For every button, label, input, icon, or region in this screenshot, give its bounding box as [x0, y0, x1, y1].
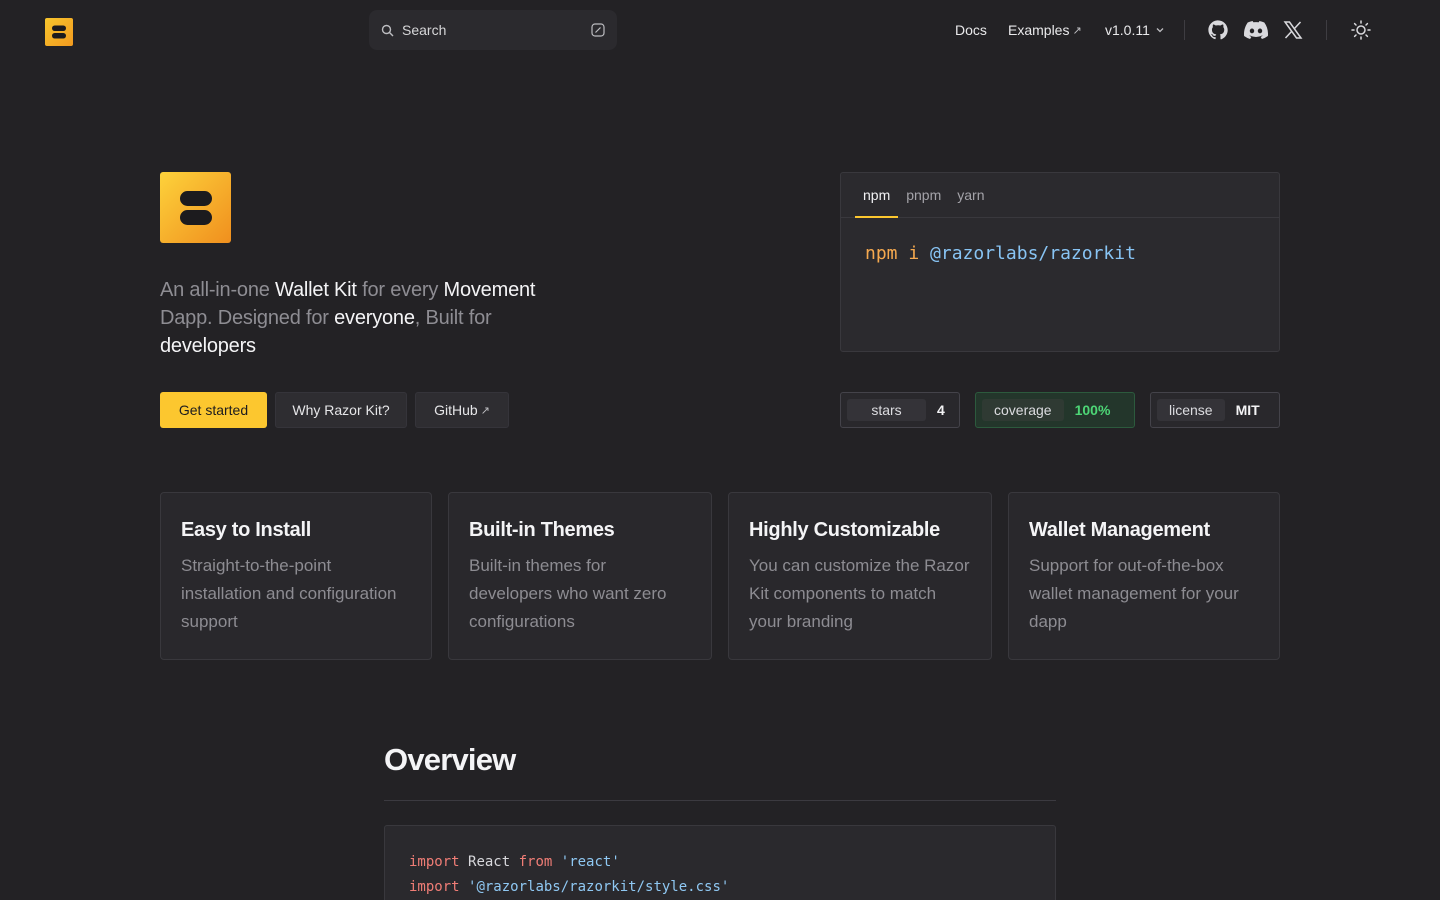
nav-divider — [1326, 20, 1327, 40]
tab-npm[interactable]: npm — [855, 187, 899, 218]
license-badge-label: license — [1157, 399, 1225, 421]
hero-logo-icon — [160, 172, 231, 243]
github-icon[interactable] — [1206, 18, 1230, 42]
version-label: v1.0.11 — [1105, 22, 1150, 38]
nav-docs-link[interactable]: Docs — [955, 0, 987, 60]
coverage-badge-value: 100% — [1074, 402, 1111, 418]
section-divider — [384, 800, 1056, 801]
feature-card-customizable: Highly Customizable You can customize th… — [728, 492, 992, 660]
stars-badge-label: stars — [847, 399, 926, 421]
feature-card-easy-install: Easy to Install Straight-to-the-point in… — [160, 492, 432, 660]
license-badge[interactable]: license MIT — [1150, 392, 1280, 428]
keyboard-shortcut-icon — [591, 23, 605, 37]
feature-description: Support for out-of-the-box wallet manage… — [1029, 556, 1239, 631]
feature-title: Built-in Themes — [469, 519, 615, 541]
nav-examples-label: Examples — [1008, 22, 1070, 38]
external-link-icon: ↗ — [480, 404, 490, 417]
search-icon — [381, 24, 394, 36]
github-button-label: GitHub — [434, 402, 478, 418]
install-cmd: npm i — [865, 243, 920, 264]
feature-description: You can customize the Razor Kit componen… — [749, 556, 970, 631]
discord-icon[interactable] — [1244, 18, 1268, 42]
license-badge-value: MIT — [1235, 402, 1260, 418]
feature-title: Highly Customizable — [749, 519, 940, 541]
tab-yarn[interactable]: yarn — [949, 187, 992, 217]
overview-heading: Overview — [384, 742, 516, 777]
stars-badge[interactable]: stars 4 — [840, 392, 960, 428]
feature-description: Straight-to-the-point installation and c… — [181, 556, 397, 631]
coverage-badge-label: coverage — [982, 399, 1064, 421]
hero-tagline: An all-in-one Wallet Kit for every Movem… — [160, 279, 536, 357]
feature-card-themes: Built-in Themes Built-in themes for deve… — [448, 492, 712, 660]
x-icon[interactable] — [1281, 18, 1305, 42]
install-package: @razorlabs/razorkit — [930, 243, 1136, 264]
feature-title: Easy to Install — [181, 519, 311, 541]
why-razor-kit-label: Why Razor Kit? — [292, 402, 390, 418]
coverage-badge[interactable]: coverage 100% — [975, 392, 1135, 428]
top-navigation-bar: Search Docs Examples ↗ v1.0.11 — [0, 0, 1440, 60]
package-manager-tabs: npm pnpm yarn — [841, 173, 1279, 218]
feature-title: Wallet Management — [1029, 519, 1210, 541]
get-started-button[interactable]: Get started — [160, 392, 267, 428]
feature-description: Built-in themes for developers who want … — [469, 556, 667, 631]
overview-code-snippet[interactable]: import React from 'react' import '@razor… — [384, 825, 1056, 900]
chevron-down-icon — [1156, 28, 1164, 33]
tab-pnpm[interactable]: pnpm — [898, 187, 949, 217]
nav-examples-link[interactable]: Examples ↗ — [1008, 0, 1082, 60]
code-line: import React from 'react' — [409, 854, 620, 870]
install-command[interactable]: npm i @razorlabs/razorkit — [865, 243, 1136, 264]
search-input[interactable]: Search — [369, 10, 617, 50]
external-link-icon: ↗ — [1072, 24, 1082, 37]
version-dropdown[interactable]: v1.0.11 — [1105, 0, 1166, 60]
stars-badge-value: 4 — [937, 402, 945, 418]
razor-logo-icon[interactable] — [45, 18, 73, 46]
search-placeholder: Search — [402, 22, 447, 38]
github-button[interactable]: GitHub ↗ — [415, 392, 509, 428]
get-started-label: Get started — [178, 402, 249, 418]
code-line: import '@razorlabs/razorkit/style.css' — [409, 879, 730, 895]
nav-docs-label: Docs — [955, 22, 987, 38]
why-razor-kit-button[interactable]: Why Razor Kit? — [275, 392, 407, 428]
feature-card-wallet-management: Wallet Management Support for out-of-the… — [1008, 492, 1280, 660]
nav-divider — [1184, 20, 1185, 40]
install-code-block: npm pnpm yarn npm i @razorlabs/razorkit — [840, 172, 1280, 352]
sun-icon[interactable] — [1349, 18, 1373, 42]
